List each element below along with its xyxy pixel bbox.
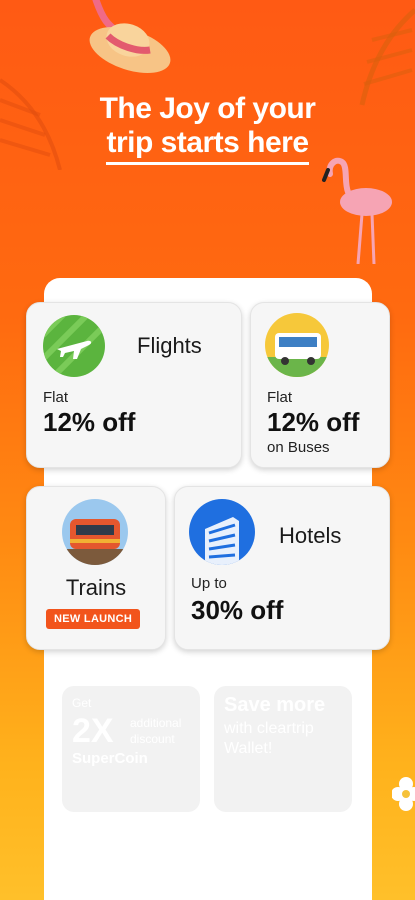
- flights-offer-label: Flat: [43, 389, 69, 406]
- buses-offer-sub: on Buses: [267, 439, 330, 456]
- hero-headline: The Joy of your trip starts here: [0, 92, 415, 165]
- hotels-offer-label: Up to: [191, 575, 227, 592]
- flights-title: Flights: [137, 333, 202, 358]
- train-icon: [62, 499, 128, 565]
- buses-offer: 12% off: [267, 407, 360, 437]
- hotels-card[interactable]: Hotels Up to 30% off: [174, 486, 390, 650]
- headline-line-1: The Joy of your: [99, 92, 316, 125]
- headline-line-2: trip starts here: [106, 126, 309, 165]
- buses-offer-label: Flat: [267, 389, 293, 406]
- flamingo-illustration: [322, 157, 392, 264]
- trains-title: Trains: [65, 575, 127, 600]
- hotels-offer: 30% off: [191, 595, 284, 625]
- hotels-title: Hotels: [279, 523, 342, 548]
- supercoin-brand: SuperCoin: [72, 750, 148, 767]
- supercoin-pre: Get: [72, 696, 92, 710]
- flights-offer: 12% off: [43, 407, 136, 437]
- wallet-line-3: Wallet!: [224, 740, 273, 757]
- supercoin-sub-2: discount: [130, 732, 175, 746]
- trains-card[interactable]: Trains NEW LAUNCH: [26, 486, 166, 650]
- wallet-line-1: Save more: [224, 694, 326, 716]
- wallet-promo-card[interactable]: Save more with cleartrip Wallet!: [214, 686, 352, 812]
- wallet-line-2: with cleartrip: [224, 720, 314, 737]
- new-launch-badge: NEW LAUNCH: [46, 609, 141, 629]
- supercoin-sub-1: additional: [130, 716, 182, 730]
- supercoin-multiplier: 2X: [72, 712, 114, 750]
- hotel-building-icon: [189, 499, 255, 565]
- flower-illustration: [392, 777, 415, 811]
- buses-card[interactable]: Flat 12% off on Buses: [250, 302, 390, 468]
- bus-icon: [265, 313, 329, 377]
- sun-hat-illustration: [89, 0, 171, 74]
- supercoin-promo-card[interactable]: Get 2X additional discount SuperCoin: [62, 686, 200, 812]
- flights-card[interactable]: Flights Flat 12% off: [26, 302, 242, 468]
- airplane-icon: [43, 315, 105, 377]
